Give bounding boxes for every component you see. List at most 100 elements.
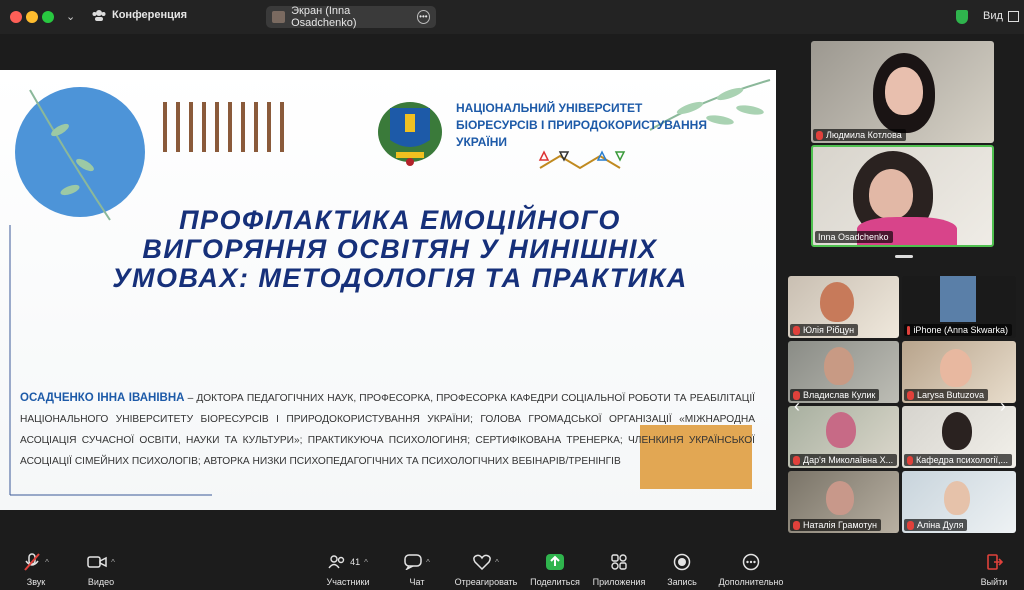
record-icon: [673, 553, 691, 571]
leave-button[interactable]: Выйти: [978, 550, 1010, 587]
participants-count: 41: [350, 557, 361, 567]
leave-icon: [987, 554, 1003, 570]
mic-muted-icon: [907, 325, 911, 335]
mic-muted-icon: [907, 455, 914, 465]
participant-name-label: Дар'я Миколаївна Х...: [790, 454, 898, 466]
elements-logo-icon: [538, 150, 626, 170]
share-label: Поделиться: [530, 577, 580, 587]
active-speaker-tile[interactable]: Inna Osadchenko: [811, 145, 994, 247]
react-options-caret[interactable]: ^: [495, 558, 499, 567]
gallery-tile[interactable]: Владислав Кулик: [788, 341, 899, 403]
mic-muted-icon: [24, 553, 40, 571]
meeting-info[interactable]: Конференция: [92, 9, 187, 21]
apps-icon: [611, 554, 627, 570]
author-bio: – доктора педагогічних наук, професорка,…: [20, 393, 755, 467]
participant-name-label: Владислав Кулик: [790, 389, 880, 401]
participant-name-label: Наталія Грамотун: [790, 519, 882, 531]
chat-icon: [404, 554, 422, 570]
minimize-window-button[interactable]: [26, 11, 38, 23]
university-line-2: БІОРЕСУРСІВ І ПРИРОДОКОРИСТУВАННЯ: [456, 118, 707, 132]
participants-icon: [328, 555, 345, 569]
record-label: Запись: [667, 577, 697, 587]
university-name: НАЦІОНАЛЬНИЙ УНІВЕРСИТЕТ БІОРЕСУРСІВ І П…: [456, 100, 707, 151]
gallery-next-icon[interactable]: ›: [1000, 396, 1006, 417]
participant-name-label: Юлія Рібцун: [790, 324, 859, 336]
gallery-tile[interactable]: Наталія Грамотун: [788, 471, 899, 533]
sharer-avatar: [272, 11, 286, 23]
video-options-caret[interactable]: ^: [111, 558, 115, 567]
university-crest-icon: [378, 102, 442, 166]
more-icon: [742, 553, 760, 571]
video-label: Видео: [87, 577, 115, 587]
shield-icon[interactable]: [956, 10, 968, 24]
university-line-1: НАЦІОНАЛЬНИЙ УНІВЕРСИТЕТ: [456, 101, 643, 115]
video-button[interactable]: ^ Видео: [78, 550, 124, 587]
camera-icon: [87, 556, 107, 568]
more-button[interactable]: Дополнительно: [716, 550, 786, 587]
brown-bars-decoration: [163, 102, 284, 152]
react-label: Отреагировать: [454, 577, 518, 587]
university-line-3: УКРАЇНИ: [456, 135, 508, 149]
participant-name-label: iPhone (Anna Skwarka): [904, 324, 1012, 336]
blue-circle-shape: [15, 87, 145, 217]
gallery-tile[interactable]: Аліна Дуля: [902, 471, 1016, 533]
more-label: Дополнительно: [718, 577, 784, 587]
share-button[interactable]: Поделиться: [528, 550, 582, 587]
mic-muted-icon: [816, 130, 823, 140]
chat-options-caret[interactable]: ^: [426, 558, 430, 567]
apps-label: Приложения: [592, 577, 646, 587]
zoom-window-button[interactable]: [42, 11, 54, 23]
speaker-name-label: Людмила Котлова: [813, 129, 906, 141]
participants-label: Участники: [326, 577, 370, 587]
speaker-name-label: Inna Osadchenko: [815, 231, 893, 243]
gallery-tile[interactable]: iPhone (Anna Skwarka): [902, 276, 1016, 338]
mic-muted-icon: [793, 325, 800, 335]
participant-name-label: Аліна Дуля: [904, 519, 968, 531]
meeting-toolbar: ^ Звук ^ Видео 41 ^ Участники ^ Чат ^ От…: [0, 540, 1024, 590]
mic-muted-icon: [793, 520, 800, 530]
more-options-icon[interactable]: •••: [416, 10, 430, 24]
screen-share-pill[interactable]: Экран (Inna Osadchenko) •••: [266, 5, 436, 29]
heart-icon: [473, 554, 491, 570]
participants-options-caret[interactable]: ^: [364, 558, 368, 567]
author-name: ОСАДЧЕНКО ІННА ІВАНІВНА: [20, 392, 185, 404]
screen-share-label: Экран (Inna Osadchenko): [291, 5, 357, 29]
speaker-tile[interactable]: Людмила Котлова: [811, 41, 994, 143]
slide-title-line-3: УМОВАХ: МЕТОДОЛОГІЯ ТА ПРАКТИКА: [112, 263, 688, 293]
meeting-title: Конференция: [112, 9, 188, 21]
audio-options-caret[interactable]: ^: [45, 558, 49, 567]
gallery-tile[interactable]: Кафедра психології,...: [902, 406, 1016, 468]
author-description: ОСАДЧЕНКО ІННА ІВАНІВНА – доктора педаго…: [20, 388, 755, 472]
participants-button[interactable]: 41 ^ Участники: [316, 550, 380, 587]
gallery-tile[interactable]: Юлія Рібцун: [788, 276, 899, 338]
leave-label: Выйти: [980, 577, 1008, 587]
audio-label: Звук: [26, 577, 46, 587]
window-titlebar: ⌄ Конференция Экран (Inna Osadchenko) ••…: [0, 0, 1024, 34]
participants-icon: [92, 10, 106, 21]
shared-screen-slide: НАЦІОНАЛЬНИЙ УНІВЕРСИТЕТ БІОРЕСУРСІВ І П…: [0, 70, 776, 510]
slide-title: ПРОФІЛАКТИКА ЕМОЦІЙНОГО ВИГОРЯННЯ ОСВІТЯ…: [40, 206, 760, 293]
record-button[interactable]: Запись: [664, 550, 700, 587]
chat-label: Чат: [409, 577, 425, 587]
slide-title-line-2: ВИГОРЯННЯ ОСВІТЯН У НИНІШНІХ: [142, 234, 658, 264]
mic-muted-icon: [793, 455, 800, 465]
gallery-tile[interactable]: Дар'я Миколаївна Х...: [788, 406, 899, 468]
view-button[interactable]: Вид: [983, 10, 1019, 22]
mic-muted-icon: [907, 520, 914, 530]
grid-view-icon: [1007, 10, 1019, 22]
chat-button[interactable]: ^ Чат: [402, 550, 432, 587]
react-button[interactable]: ^ Отреагировать: [452, 550, 520, 587]
share-screen-icon: [546, 554, 564, 570]
participant-name-label: Кафедра психології,...: [904, 454, 1012, 466]
slide-title-line-1: ПРОФІЛАКТИКА ЕМОЦІЙНОГО: [179, 205, 621, 235]
resize-handle[interactable]: [895, 255, 913, 258]
gallery-prev-icon[interactable]: ‹: [794, 396, 800, 417]
chevron-down-icon[interactable]: ⌄: [66, 10, 75, 23]
gallery-tile[interactable]: Larysa Butuzova: [902, 341, 1016, 403]
view-label: Вид: [983, 10, 1003, 22]
close-window-button[interactable]: [10, 11, 22, 23]
mic-muted-icon: [907, 390, 914, 400]
apps-button[interactable]: Приложения: [590, 550, 648, 587]
audio-button[interactable]: ^ Звук: [14, 550, 58, 587]
video-panel: Людмила Котлова Inna Osadchenko Юлія Ріб…: [782, 34, 1024, 540]
